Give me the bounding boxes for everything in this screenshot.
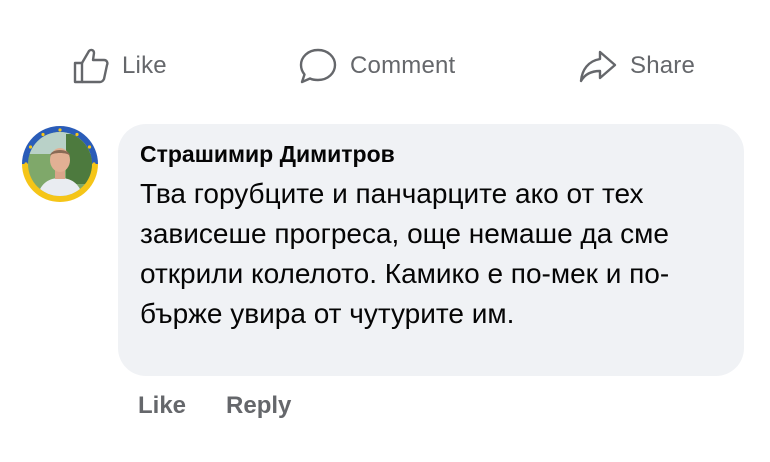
like-label: Like <box>122 52 167 79</box>
speech-bubble-icon <box>298 47 338 85</box>
post-action-bar: Like Comment Share <box>0 40 770 92</box>
comment-like-button[interactable]: Like <box>138 392 186 420</box>
share-button[interactable]: Share <box>578 40 695 92</box>
comment-reply-button[interactable]: Reply <box>226 392 291 420</box>
comment-author[interactable]: Страшимир Димитров <box>140 141 395 168</box>
comment-button[interactable]: Comment <box>298 40 455 92</box>
share-arrow-icon <box>578 48 618 84</box>
thumbs-up-icon <box>72 48 110 84</box>
comment-bubble: Страшимир Димитров Тва горубците и панча… <box>118 124 744 376</box>
comment-label: Comment <box>350 52 456 79</box>
comment-actions: Like Reply <box>138 386 291 426</box>
comment-screenshot: Like Comment Share Страшимир Димитров Тв… <box>0 0 770 462</box>
avatar[interactable] <box>20 124 100 204</box>
like-button[interactable]: Like <box>72 40 167 92</box>
share-label: Share <box>630 52 696 79</box>
comment-text: Тва горубците и панчарците ако от тех за… <box>140 178 670 329</box>
